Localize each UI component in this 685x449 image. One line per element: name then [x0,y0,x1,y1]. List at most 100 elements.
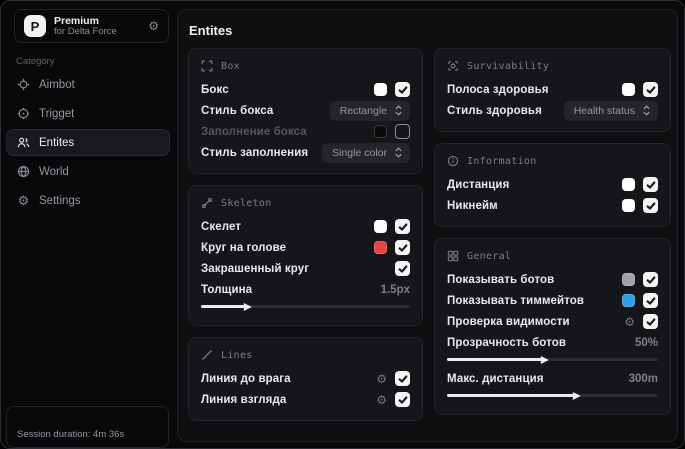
sidebar-nav: Aimbot Trigget Entites World ⚙ Settings [6,71,170,214]
sidebar-item-entites[interactable]: Entites [6,129,170,156]
gear-icon[interactable]: ⚙ [624,316,635,328]
color-swatch[interactable] [622,273,635,286]
gear-icon[interactable]: ⚙ [376,394,387,406]
slider-thumb[interactable] [243,302,252,311]
color-swatch[interactable] [622,294,635,307]
card-general: General Показывать ботов Показывать тимм… [434,238,671,415]
left-column: Box Бокс Стиль бокса Rectangle Заполнени… [188,48,423,421]
setting-row: Макс. дистанция 300m [447,368,658,389]
checkbox[interactable] [395,261,410,276]
checkbox[interactable] [643,82,658,97]
box-style-dropdown[interactable]: Rectangle [329,100,410,121]
checkbox[interactable] [395,82,410,97]
color-swatch[interactable] [374,125,387,138]
setting-row: Стиль здоровья Health status [447,100,658,121]
setting-row: Бокс [201,79,410,100]
slider-thumb[interactable] [572,391,581,400]
sidebar-item-label: Aimbot [39,78,75,91]
color-swatch[interactable] [374,241,387,254]
sidebar-item-trigget[interactable]: Trigget [6,100,170,127]
color-swatch[interactable] [374,220,387,233]
thickness-slider[interactable] [201,302,410,311]
setting-label: Скелет [201,220,242,233]
setting-row: Стиль заполнения Single color [201,142,410,163]
setting-label: Проверка видимости [447,315,570,328]
setting-label: Закрашенный круг [201,262,310,275]
setting-label: Бокс [201,83,229,96]
brand-card: P Premium for Delta Force ⚙ [14,9,169,43]
max-distance-slider[interactable] [447,391,658,400]
checkbox[interactable] [643,314,658,329]
right-column: Survivability Полоса здоровья Стиль здор… [434,48,671,415]
setting-row: Стиль бокса Rectangle [201,100,410,121]
bot-opacity-slider[interactable] [447,355,658,364]
color-swatch[interactable] [622,199,635,212]
checkbox[interactable] [395,124,410,139]
setting-label: Прозрачность ботов [447,336,567,349]
gear-icon: ⚙ [17,192,30,208]
gear-icon[interactable]: ⚙ [148,19,159,33]
checkbox[interactable] [395,219,410,234]
card-title: Survivability [467,60,550,72]
checkbox[interactable] [395,392,410,407]
page-title: Entites [189,23,233,38]
line-icon [201,349,213,361]
checkbox[interactable] [643,293,658,308]
setting-label: Круг на голове [201,241,287,254]
card-survivability: Survivability Полоса здоровья Стиль здор… [434,48,671,132]
grid-icon [447,250,459,262]
setting-row: Показывать ботов [447,269,658,290]
card-box: Box Бокс Стиль бокса Rectangle Заполнени… [188,48,423,174]
setting-row: Линия взгляда ⚙ [201,389,410,410]
sidebar-item-label: Trigget [39,107,75,120]
setting-row: Скелет [201,216,410,237]
fill-style-dropdown[interactable]: Single color [322,142,410,163]
setting-row: Показывать тиммейтов [447,290,658,311]
setting-row: Полоса здоровья [447,79,658,100]
sidebar-item-label: World [39,165,69,178]
box-select-icon [201,60,213,72]
card-title: Lines [221,349,253,361]
unfold-icon [395,105,402,116]
card-title: General [467,250,512,262]
checkbox[interactable] [395,371,410,386]
setting-row: Круг на голове [201,237,410,258]
sidebar-item-world[interactable]: World [6,158,170,185]
setting-row: Прозрачность ботов 50% [447,332,658,353]
sidebar-item-settings[interactable]: ⚙ Settings [6,187,170,214]
checkbox[interactable] [643,272,658,287]
checkbox[interactable] [395,240,410,255]
slider-thumb[interactable] [540,355,549,364]
card-information: Information Дистанция Никнейм [434,143,671,227]
health-style-dropdown[interactable]: Health status [563,100,658,121]
sidebar-item-aimbot[interactable]: Aimbot [6,71,170,98]
checkbox[interactable] [643,177,658,192]
setting-label: Полоса здоровья [447,83,549,96]
brand-subtitle: for Delta Force [54,25,117,37]
checkbox[interactable] [643,198,658,213]
card-skeleton: Skeleton Скелет Круг на голове Закрашенн… [188,185,423,326]
setting-row: Дистанция [447,174,658,195]
color-swatch[interactable] [622,83,635,96]
sidebar-item-label: Settings [39,194,81,207]
setting-label: Стиль здоровья [447,104,542,117]
brand-title: Premium [54,14,99,27]
setting-row: Никнейм [447,195,658,216]
setting-label: Макс. дистанция [447,372,544,385]
color-swatch[interactable] [622,178,635,191]
card-title: Skeleton [221,197,272,209]
setting-label: Стиль бокса [201,104,274,117]
setting-row: Закрашенный круг [201,258,410,279]
card-title: Information [467,155,537,167]
card-lines: Lines Линия до врага ⚙ Линия взгляда ⚙ [188,337,423,421]
entities-icon [17,136,30,149]
globe-icon [17,165,30,178]
session-duration-label: Session duration: 4m 36s [17,429,125,440]
setting-row: Толщина 1.5px [201,279,410,300]
color-swatch[interactable] [374,83,387,96]
main-panel: Entites Box Бокс Стиль бокса Rectangle З… [177,9,678,442]
unfold-icon [643,105,650,116]
gear-icon[interactable]: ⚙ [376,373,387,385]
survivability-icon [447,60,459,72]
setting-row: Проверка видимости ⚙ [447,311,658,332]
